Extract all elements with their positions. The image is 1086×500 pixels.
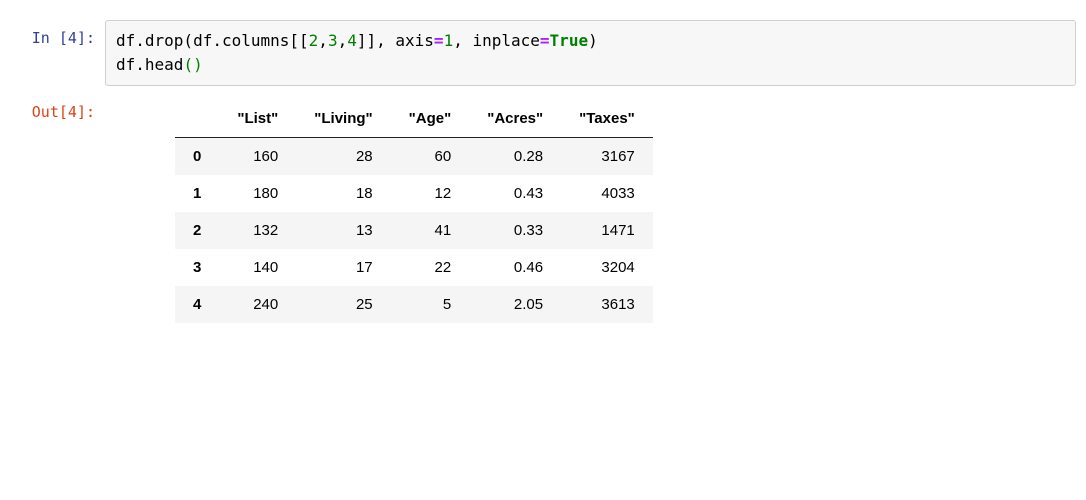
cell: 3167	[561, 138, 653, 176]
cell: 140	[219, 249, 296, 286]
cell: 2.05	[469, 286, 561, 323]
code-token: ,	[318, 31, 328, 50]
code-number: 2	[309, 31, 319, 50]
cell: 18	[296, 175, 390, 212]
in-num: 4	[68, 29, 77, 47]
output-cell: Out[4]: "List" "Living" "Age" "Acres" "T…	[10, 94, 1076, 323]
cell: 132	[219, 212, 296, 249]
table-header: "List" "Living" "Age" "Acres" "Taxes"	[175, 100, 653, 138]
row-index: 0	[175, 138, 219, 176]
code-input[interactable]: df.drop(df.columns[[2,3,4]], axis=1, inp…	[105, 20, 1076, 86]
code-token: df.drop(df.columns[[	[116, 31, 309, 50]
cell: 3613	[561, 286, 653, 323]
cell: 25	[296, 286, 390, 323]
cell: 60	[391, 138, 470, 176]
code-token: , inplace	[453, 31, 540, 50]
cell: 28	[296, 138, 390, 176]
cell: 41	[391, 212, 470, 249]
cell: 240	[219, 286, 296, 323]
col-header: "Acres"	[469, 100, 561, 138]
cell: 0.33	[469, 212, 561, 249]
code-token: )	[588, 31, 598, 50]
cell: 12	[391, 175, 470, 212]
code-operator: =	[540, 31, 550, 50]
cell: 17	[296, 249, 390, 286]
table-row: 3 140 17 22 0.46 3204	[175, 249, 653, 286]
cell: 22	[391, 249, 470, 286]
cell: 3204	[561, 249, 653, 286]
code-number: 3	[328, 31, 338, 50]
output-prompt: Out[4]:	[10, 94, 105, 123]
cell: 5	[391, 286, 470, 323]
cell: 0.43	[469, 175, 561, 212]
table-row: 2 132 13 41 0.33 1471	[175, 212, 653, 249]
col-header: "Taxes"	[561, 100, 653, 138]
code-paren: )	[193, 55, 203, 74]
output-area: "List" "Living" "Age" "Acres" "Taxes" 0 …	[105, 94, 1076, 323]
cell: 1471	[561, 212, 653, 249]
code-keyword: True	[550, 31, 589, 50]
code-number: 4	[347, 31, 357, 50]
cell: 0.28	[469, 138, 561, 176]
cell: 13	[296, 212, 390, 249]
table-body: 0 160 28 60 0.28 3167 1 180 18 12 0.43 4…	[175, 138, 653, 324]
row-index: 1	[175, 175, 219, 212]
code-number: 1	[444, 31, 454, 50]
code-operator: =	[434, 31, 444, 50]
cell: 180	[219, 175, 296, 212]
in-prefix: In [	[32, 29, 68, 47]
col-header: "List"	[219, 100, 296, 138]
table-row: 0 160 28 60 0.28 3167	[175, 138, 653, 176]
input-cell: In [4]: df.drop(df.columns[[2,3,4]], axi…	[10, 20, 1076, 86]
table-row: 4 240 25 5 2.05 3613	[175, 286, 653, 323]
cell: 0.46	[469, 249, 561, 286]
code-paren: (	[183, 55, 193, 74]
header-row: "List" "Living" "Age" "Acres" "Taxes"	[175, 100, 653, 138]
col-header: "Living"	[296, 100, 390, 138]
col-header: "Age"	[391, 100, 470, 138]
row-index: 3	[175, 249, 219, 286]
in-suffix: ]:	[77, 29, 95, 47]
input-prompt: In [4]:	[10, 20, 105, 49]
code-token: ]], axis	[357, 31, 434, 50]
cell: 160	[219, 138, 296, 176]
out-num: 4	[68, 103, 77, 121]
dataframe-table: "List" "Living" "Age" "Acres" "Taxes" 0 …	[175, 100, 653, 323]
row-index: 2	[175, 212, 219, 249]
out-suffix: ]:	[77, 103, 95, 121]
cell: 4033	[561, 175, 653, 212]
table-row: 1 180 18 12 0.43 4033	[175, 175, 653, 212]
row-index: 4	[175, 286, 219, 323]
out-prefix: Out[	[32, 103, 68, 121]
code-token: ,	[338, 31, 348, 50]
code-token: df.head	[116, 55, 183, 74]
index-header	[175, 100, 219, 138]
